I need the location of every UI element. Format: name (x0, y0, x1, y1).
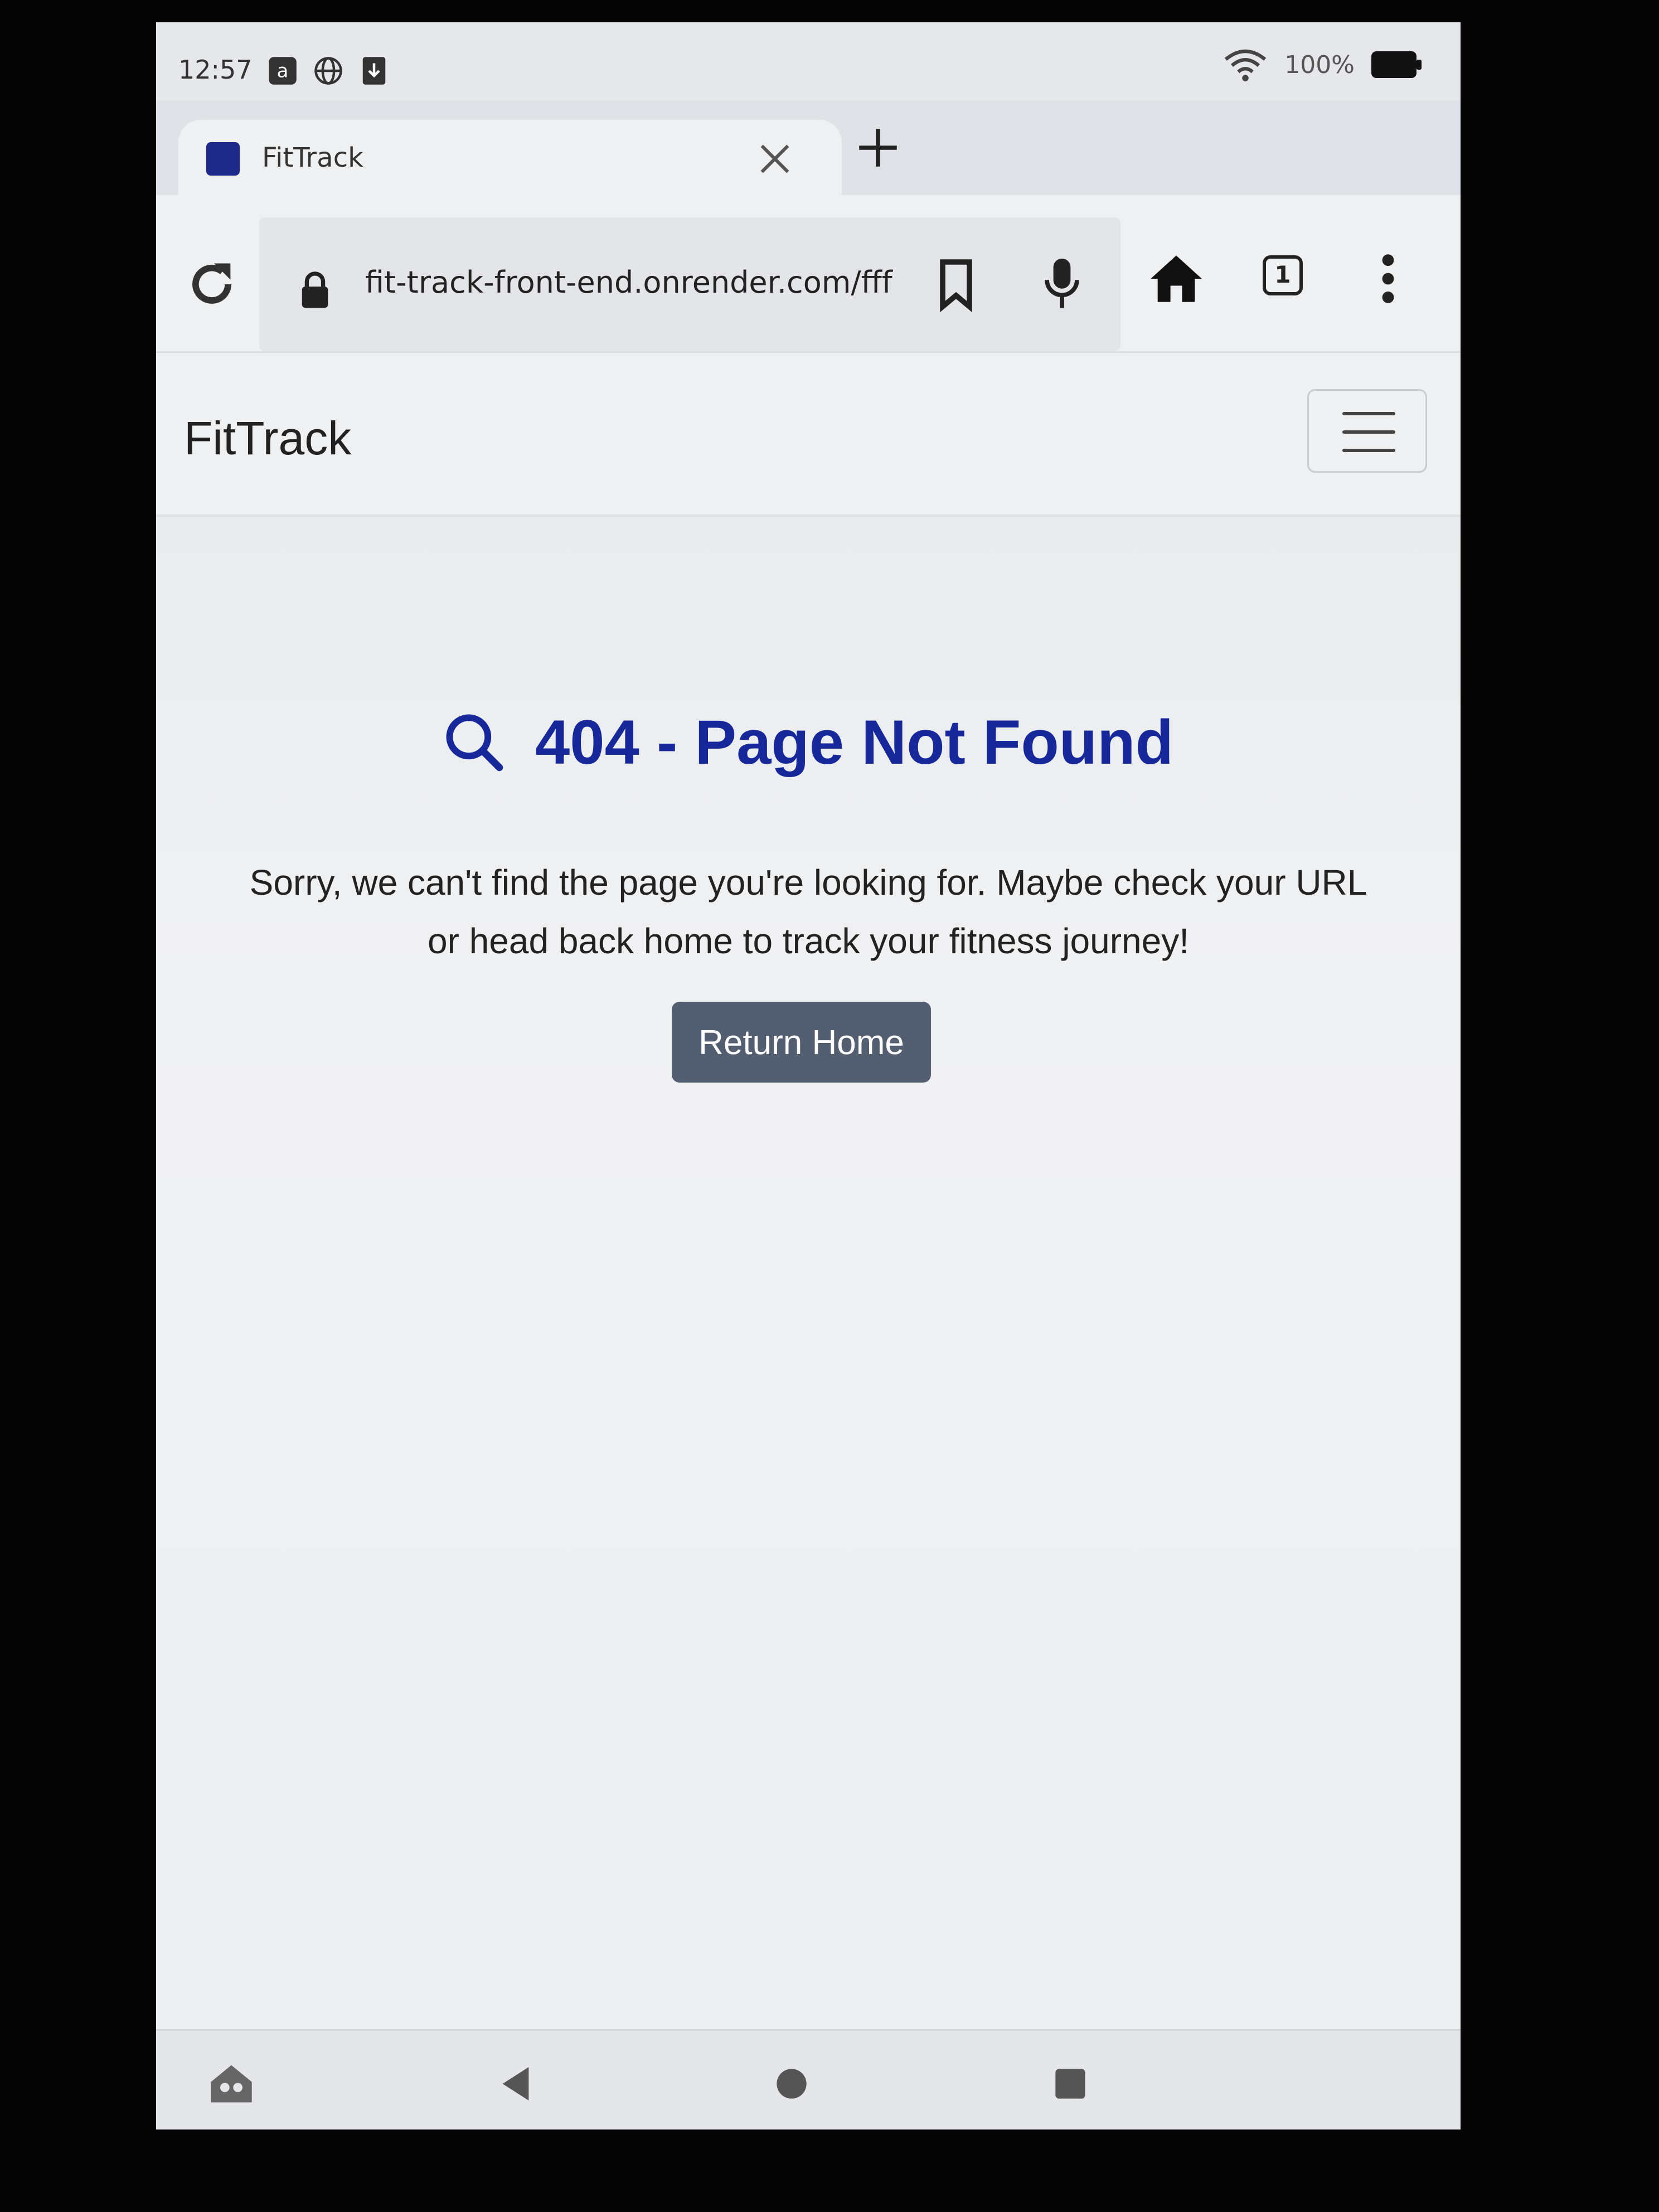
recents-icon[interactable] (1048, 2061, 1093, 2106)
status-bar: 12:57 a 100% (156, 22, 1461, 100)
browser-toolbar: fit-track-front-end.onrender.com/fff 1 (156, 195, 1461, 353)
home-nav-icon[interactable] (769, 2061, 814, 2106)
svg-text:a: a (277, 60, 289, 81)
system-nav-bar (156, 2029, 1461, 2129)
tab-strip: FitTrack (156, 100, 1461, 198)
heading-text: 404 - Page Not Found (535, 707, 1173, 777)
hamburger-line (1342, 412, 1395, 415)
not-found-message: Sorry, we can't find the page you're loo… (249, 862, 1367, 961)
battery-percent: 100% (1284, 50, 1355, 79)
reload-icon[interactable] (184, 256, 240, 312)
status-right: 100% (1223, 47, 1422, 83)
close-tab-icon[interactable] (753, 137, 797, 181)
site-brand[interactable]: FitTrack (184, 411, 351, 465)
address-bar[interactable]: fit-track-front-end.onrender.com/fff (259, 217, 1120, 351)
globe-notification-icon (314, 57, 342, 85)
more-options-icon[interactable] (1377, 251, 1399, 307)
tab-title: FitTrack (262, 142, 363, 173)
kids-home-icon[interactable] (209, 2061, 254, 2106)
back-icon[interactable] (493, 2061, 538, 2106)
hamburger-line (1342, 430, 1395, 434)
site-favicon-icon (206, 142, 240, 176)
hamburger-line (1342, 449, 1395, 452)
tab-switcher-button[interactable]: 1 (1263, 255, 1303, 295)
not-found-heading: 404 - Page Not Found (156, 706, 1461, 778)
device-screen: 12:57 a 100% FitTrack fit-track-front-en… (156, 22, 1461, 2129)
bookmark-icon[interactable] (934, 256, 978, 312)
battery-icon (1371, 51, 1422, 78)
navbar-toggle-button[interactable] (1307, 389, 1427, 473)
download-notification-icon (362, 57, 386, 85)
url-text[interactable]: fit-track-front-end.onrender.com/fff (365, 265, 892, 300)
main-content: 404 - Page Not Found Sorry, we can't fin… (156, 517, 1461, 2044)
lock-icon (302, 271, 328, 308)
status-time: 12:57 (178, 55, 253, 85)
return-home-button[interactable]: Return Home (672, 1002, 931, 1083)
new-tab-icon[interactable] (853, 123, 903, 173)
microphone-icon[interactable] (1040, 256, 1084, 312)
browser-tab[interactable]: FitTrack (178, 120, 842, 198)
home-icon[interactable] (1148, 251, 1204, 307)
site-navbar: FitTrack (156, 353, 1461, 517)
amazon-notification-icon: a (269, 57, 297, 85)
search-icon (446, 714, 503, 772)
wifi-icon (1224, 49, 1267, 81)
